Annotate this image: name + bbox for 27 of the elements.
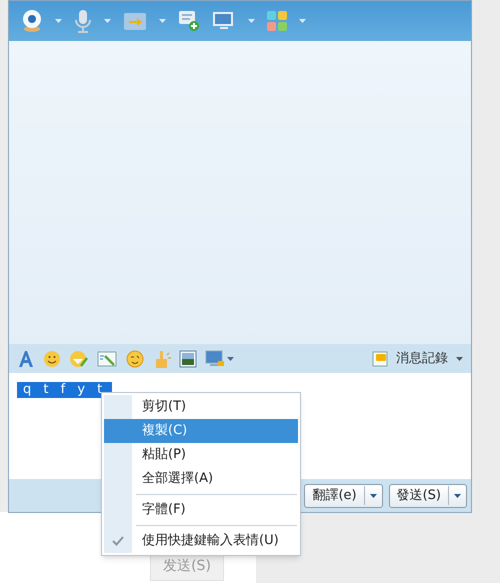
image-icon[interactable] xyxy=(179,350,197,368)
screen-icon[interactable] xyxy=(212,11,236,31)
emoji-edit-icon[interactable] xyxy=(69,350,89,368)
folder-icon[interactable] xyxy=(123,11,147,31)
menu-item[interactable]: 使用快捷鍵輸入表情(U) xyxy=(104,529,298,553)
monitor-icon[interactable] xyxy=(205,350,225,368)
menu-item[interactable]: 全部選擇(A) xyxy=(104,467,298,491)
menu-item[interactable]: 粘貼(P) xyxy=(104,443,298,467)
checkmark-icon xyxy=(112,536,124,546)
menu-item[interactable]: 剪切(T) xyxy=(104,395,298,419)
caret-icon[interactable] xyxy=(454,494,461,498)
menu-item[interactable]: 字體(F) xyxy=(104,498,298,522)
screenshot-edit-icon[interactable] xyxy=(97,350,117,366)
caret-icon[interactable] xyxy=(227,356,234,360)
chat-add-icon[interactable] xyxy=(178,10,200,32)
caret-icon[interactable] xyxy=(370,494,377,498)
apps-icon[interactable] xyxy=(267,11,287,31)
font-icon[interactable] xyxy=(17,350,35,368)
split-button[interactable]: 發送(S) xyxy=(388,484,467,508)
wink-icon[interactable] xyxy=(125,348,145,368)
caret-icon[interactable] xyxy=(456,356,463,360)
history-icon[interactable] xyxy=(372,350,388,366)
smiley-icon[interactable] xyxy=(43,350,61,368)
microphone-icon[interactable] xyxy=(74,9,92,33)
history-label[interactable]: 消息記錄 xyxy=(396,348,448,368)
split-button[interactable]: 翻譯(e) xyxy=(304,484,383,508)
webcam-icon[interactable] xyxy=(21,9,43,33)
